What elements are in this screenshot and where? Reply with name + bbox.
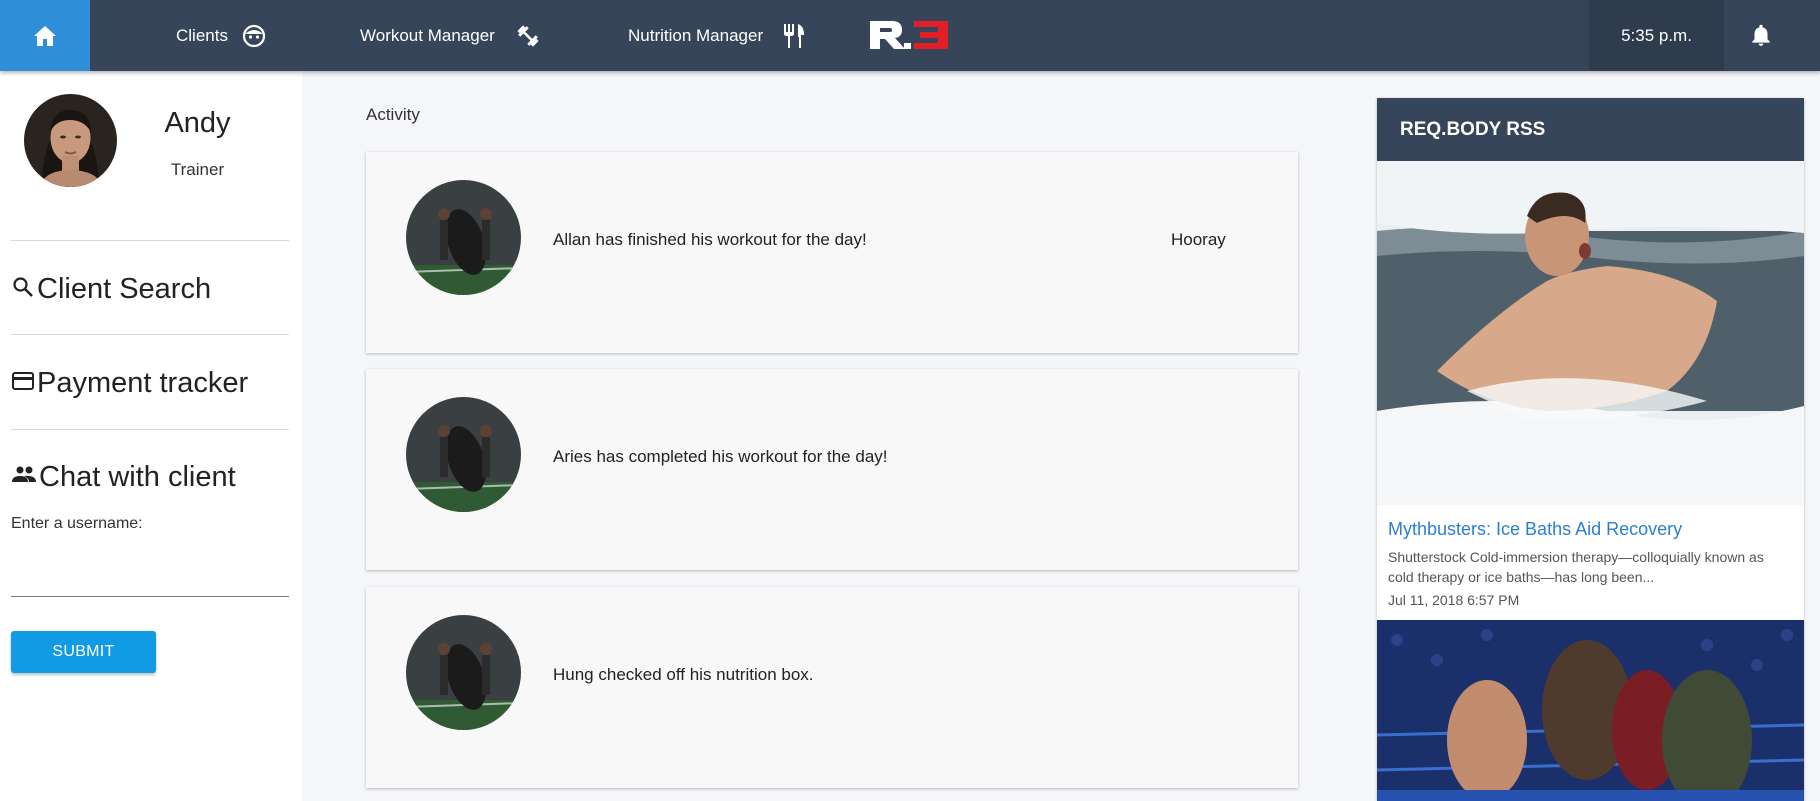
people-icon <box>12 466 36 482</box>
username-input[interactable] <box>11 561 289 597</box>
activity-thumbnail <box>406 615 521 730</box>
activity-thumbnail <box>406 180 521 295</box>
user-role: Trainer <box>170 160 225 179</box>
activity-title: Activity <box>366 105 420 124</box>
payment-tracker-link[interactable]: Payment tracker <box>11 367 248 400</box>
client-search-label: Client Search <box>37 273 212 305</box>
rss-article-date: Jul 11, 2018 6:57 PM <box>1388 592 1520 608</box>
restaurant-icon <box>784 23 805 48</box>
divider <box>11 334 289 335</box>
avatar <box>24 94 117 187</box>
rss-article-title[interactable]: Mythbusters: Ice Baths Aid Recovery <box>1388 519 1682 540</box>
submit-button[interactable]: SUBMIT <box>11 631 156 673</box>
rss-panel: REQ.BODY RSS Mythbusters: Ice Baths Aid … <box>1377 98 1804 801</box>
activity-card: Aries has completed his workout for the … <box>366 369 1298 570</box>
divider <box>11 429 289 430</box>
r3-logo <box>868 19 950 51</box>
chat-with-client-label: Chat with client <box>39 461 236 493</box>
activity-text: Allan has finished his workout for the d… <box>553 230 867 249</box>
credit-card-icon <box>12 372 34 390</box>
activity-text: Hung checked off his nutrition box. <box>553 665 814 684</box>
search-icon <box>13 277 33 297</box>
nav-workout-label: Workout Manager <box>360 25 495 45</box>
face-icon <box>242 24 266 47</box>
rss-article-description: Shutterstock Cold-immersion therapy—coll… <box>1388 549 1764 585</box>
clock: 5:35 p.m. <box>1589 0 1724 71</box>
nav-clients[interactable]: Clients <box>176 0 266 71</box>
rss-title: REQ.BODY RSS <box>1377 98 1804 161</box>
top-nav-bar: Clients Workout Manager Nutrition Manage… <box>0 0 1820 71</box>
activity-card: Allan has finished his workout for the d… <box>366 152 1298 353</box>
home-icon <box>34 25 56 46</box>
chat-with-client-link[interactable]: Chat with client <box>11 461 236 494</box>
username-label: Enter a username: <box>11 515 143 532</box>
notifications-button[interactable] <box>1748 22 1774 48</box>
payment-tracker-label: Payment tracker <box>37 367 249 399</box>
divider <box>11 240 289 241</box>
nav-clients-label: Clients <box>176 25 228 45</box>
rss-article-image[interactable] <box>1377 620 1804 801</box>
sidebar: Andy Trainer Client Search Payment track… <box>0 71 302 801</box>
user-name: Andy <box>164 107 231 139</box>
activity-reaction: Hooray <box>1171 230 1226 249</box>
rss-article-image[interactable] <box>1377 161 1804 505</box>
nav-nutrition-manager[interactable]: Nutrition Manager <box>628 0 805 71</box>
activity-card: Hung checked off his nutrition box. <box>366 587 1298 788</box>
activity-thumbnail <box>406 397 521 512</box>
nav-workout-manager[interactable]: Workout Manager <box>360 0 541 71</box>
nav-nutrition-label: Nutrition Manager <box>628 25 764 45</box>
bell-icon <box>1752 24 1770 46</box>
client-search-link[interactable]: Client Search <box>11 273 211 306</box>
activity-text: Aries has completed his workout for the … <box>553 447 888 466</box>
fitness-icon <box>517 24 539 47</box>
home-button[interactable] <box>0 0 90 71</box>
